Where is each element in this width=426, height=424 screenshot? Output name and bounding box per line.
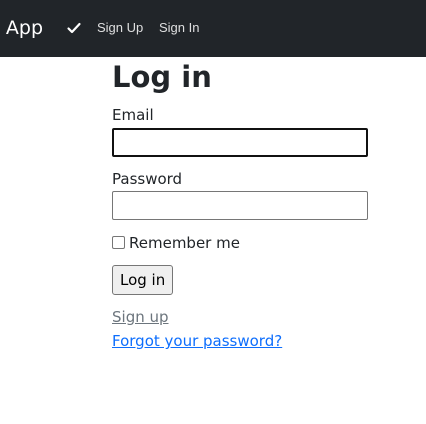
page-title: Log in	[112, 60, 212, 94]
password-field[interactable]	[112, 191, 368, 220]
navbar: t App Sign Up Sign In	[0, 0, 426, 57]
password-label: Password	[112, 170, 183, 188]
nav-link-sign-up[interactable]: Sign Up	[97, 20, 143, 36]
forgot-password-link[interactable]: Forgot your password?	[112, 332, 282, 350]
nav-link-sign-in[interactable]: Sign In	[159, 20, 199, 36]
remember-me-label[interactable]: Remember me	[129, 234, 240, 252]
email-field[interactable]	[112, 128, 368, 157]
sign-up-link[interactable]: Sign up	[112, 308, 169, 326]
email-label: Email	[112, 106, 154, 124]
navbar-brand[interactable]: t App	[0, 16, 43, 40]
log-in-button[interactable]: Log in	[112, 265, 174, 295]
checkmark-icon	[66, 18, 82, 38]
remember-me-checkbox[interactable]	[112, 236, 125, 249]
